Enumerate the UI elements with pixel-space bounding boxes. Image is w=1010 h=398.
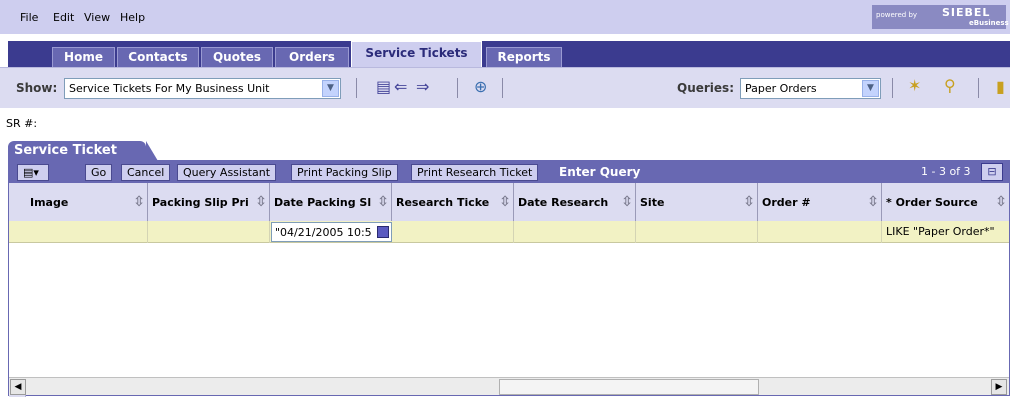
- show-select-value: Service Tickets For My Business Unit: [69, 82, 270, 95]
- print-packing-slip-button[interactable]: Print Packing Slip: [291, 164, 398, 181]
- queries-select-value: Paper Orders: [745, 82, 817, 95]
- sort-icon[interactable]: ⇳: [133, 194, 145, 210]
- column-header-label: Site: [640, 196, 665, 209]
- order-source-value: LIKE "Paper Order*": [886, 225, 995, 238]
- forward-arrow-icon[interactable]: ⇒: [416, 77, 429, 96]
- date-packing-input[interactable]: "04/21/2005 10:5: [271, 222, 392, 242]
- tab-service-tickets[interactable]: Service Tickets: [351, 41, 482, 67]
- query-mode-label: Enter Query: [559, 165, 641, 179]
- column-header-order-source[interactable]: * Order Source ⇳: [882, 183, 1009, 221]
- sr-number-label: SR #:: [6, 117, 38, 130]
- toolbar-separator: [502, 78, 503, 98]
- column-header-label: Date Research: [518, 196, 609, 209]
- tab-home[interactable]: Home: [52, 47, 115, 67]
- scroll-left-icon[interactable]: ◀: [10, 379, 26, 395]
- record-count: 1 - 3 of 3: [921, 165, 971, 178]
- toolbar-separator: [978, 78, 979, 98]
- column-header-order-number[interactable]: Order # ⇳: [758, 183, 882, 221]
- menu-view[interactable]: View: [84, 11, 110, 24]
- grid-header: Image ⇳ Packing Slip Pri ⇳ Date Packing Sl…: [9, 183, 1009, 221]
- column-header-date-research[interactable]: Date Research ⇳: [514, 183, 636, 221]
- cell-packing-slip[interactable]: [148, 221, 270, 243]
- search-icon[interactable]: ⚲: [944, 76, 956, 95]
- cell-image[interactable]: [26, 221, 148, 243]
- cancel-button[interactable]: Cancel: [121, 164, 171, 181]
- queries-select[interactable]: Paper Orders ▼: [740, 78, 881, 99]
- horizontal-scrollbar[interactable]: ◀ ▶: [9, 377, 1009, 395]
- column-header-research-ticket[interactable]: Research Ticke ⇳: [392, 183, 514, 221]
- column-header-image[interactable]: Image ⇳: [26, 183, 148, 221]
- applet-menu-button[interactable]: ▤▾: [17, 164, 49, 181]
- show-label: Show:: [16, 81, 58, 95]
- scrollbar-thumb[interactable]: [499, 379, 759, 395]
- back-arrow-icon[interactable]: ⇐: [394, 77, 407, 96]
- sort-icon[interactable]: ⇳: [621, 194, 633, 210]
- date-packing-value: "04/21/2005 10:5: [275, 226, 372, 239]
- sort-icon[interactable]: ⇳: [867, 194, 879, 210]
- tab-quotes[interactable]: Quotes: [201, 47, 273, 67]
- calendar-icon[interactable]: [377, 226, 389, 238]
- sort-icon[interactable]: ⇳: [255, 194, 267, 210]
- tab-reports[interactable]: Reports: [486, 47, 562, 67]
- cell-order-source[interactable]: LIKE "Paper Order*": [882, 221, 1009, 243]
- column-header-date-packing[interactable]: Date Packing Sl ⇳: [270, 183, 392, 221]
- new-query-icon[interactable]: ✶: [908, 76, 921, 95]
- query-row: "04/21/2005 10:5 LIKE "Paper Order*": [9, 221, 1009, 243]
- show-toolbar: Show: Service Tickets For My Business Un…: [0, 67, 1010, 108]
- menu-bar: File Edit View Help powered by SIEBEL eB…: [0, 0, 1010, 34]
- brand-name: SIEBEL: [942, 6, 991, 19]
- column-header-label: Packing Slip Pri: [152, 196, 249, 209]
- column-header-label: Research Ticke: [396, 196, 490, 209]
- sort-icon[interactable]: ⇳: [377, 194, 389, 210]
- chevron-down-icon[interactable]: ▼: [862, 80, 879, 97]
- scroll-right-icon[interactable]: ▶: [991, 379, 1007, 395]
- go-button[interactable]: Go: [85, 164, 113, 181]
- show-select[interactable]: Service Tickets For My Business Unit ▼: [64, 78, 341, 99]
- powered-by-text: powered by: [876, 11, 918, 19]
- brand-sub: eBusiness: [969, 19, 1009, 27]
- toolbar-separator: [356, 78, 357, 98]
- column-header-label: Order #: [762, 196, 811, 209]
- cell-research-ticket[interactable]: [392, 221, 514, 243]
- delete-query-icon[interactable]: ▮: [996, 77, 1005, 96]
- print-research-ticket-button[interactable]: Print Research Ticket: [411, 164, 539, 181]
- service-ticket-applet: ▤▾ Go Cancel Query Assistant Print Packi…: [8, 160, 1010, 397]
- toolbar-separator: [457, 78, 458, 98]
- cell-site[interactable]: [636, 221, 758, 243]
- sort-icon[interactable]: ⇳: [995, 194, 1007, 210]
- tab-contacts[interactable]: Contacts: [117, 47, 199, 67]
- chevron-down-icon[interactable]: ▼: [322, 80, 339, 97]
- menu-file[interactable]: File: [20, 11, 38, 24]
- sort-icon[interactable]: ⇳: [743, 194, 755, 210]
- column-header-packing-slip[interactable]: Packing Slip Pri ⇳: [148, 183, 270, 221]
- menu-edit[interactable]: Edit: [53, 11, 74, 24]
- tab-bar: Home Contacts Quotes Orders Service Tick…: [0, 36, 1010, 67]
- queries-label: Queries:: [677, 81, 734, 95]
- column-header-site[interactable]: Site ⇳: [636, 183, 758, 221]
- list-icon[interactable]: ▤: [376, 77, 391, 96]
- record-nav-icon[interactable]: ⊟: [981, 163, 1003, 181]
- tab-orders[interactable]: Orders: [275, 47, 349, 67]
- globe-icon[interactable]: ⊕: [474, 77, 487, 96]
- applet-toolbar: ▤▾ Go Cancel Query Assistant Print Packi…: [9, 161, 1009, 183]
- sort-icon[interactable]: ⇳: [499, 194, 511, 210]
- column-header-label: * Order Source: [886, 196, 978, 209]
- grid-body: [9, 243, 1009, 377]
- toolbar-separator: [892, 78, 893, 98]
- query-assistant-button[interactable]: Query Assistant: [177, 164, 277, 181]
- cell-order-number[interactable]: [758, 221, 882, 243]
- applet-title: Service Ticket: [8, 141, 158, 161]
- column-header-label: Date Packing Sl: [274, 196, 372, 209]
- column-header-label: Image: [30, 196, 69, 209]
- cell-date-research[interactable]: [514, 221, 636, 243]
- siebel-logo: powered by SIEBEL eBusiness: [872, 5, 1009, 29]
- menu-help[interactable]: Help: [120, 11, 145, 24]
